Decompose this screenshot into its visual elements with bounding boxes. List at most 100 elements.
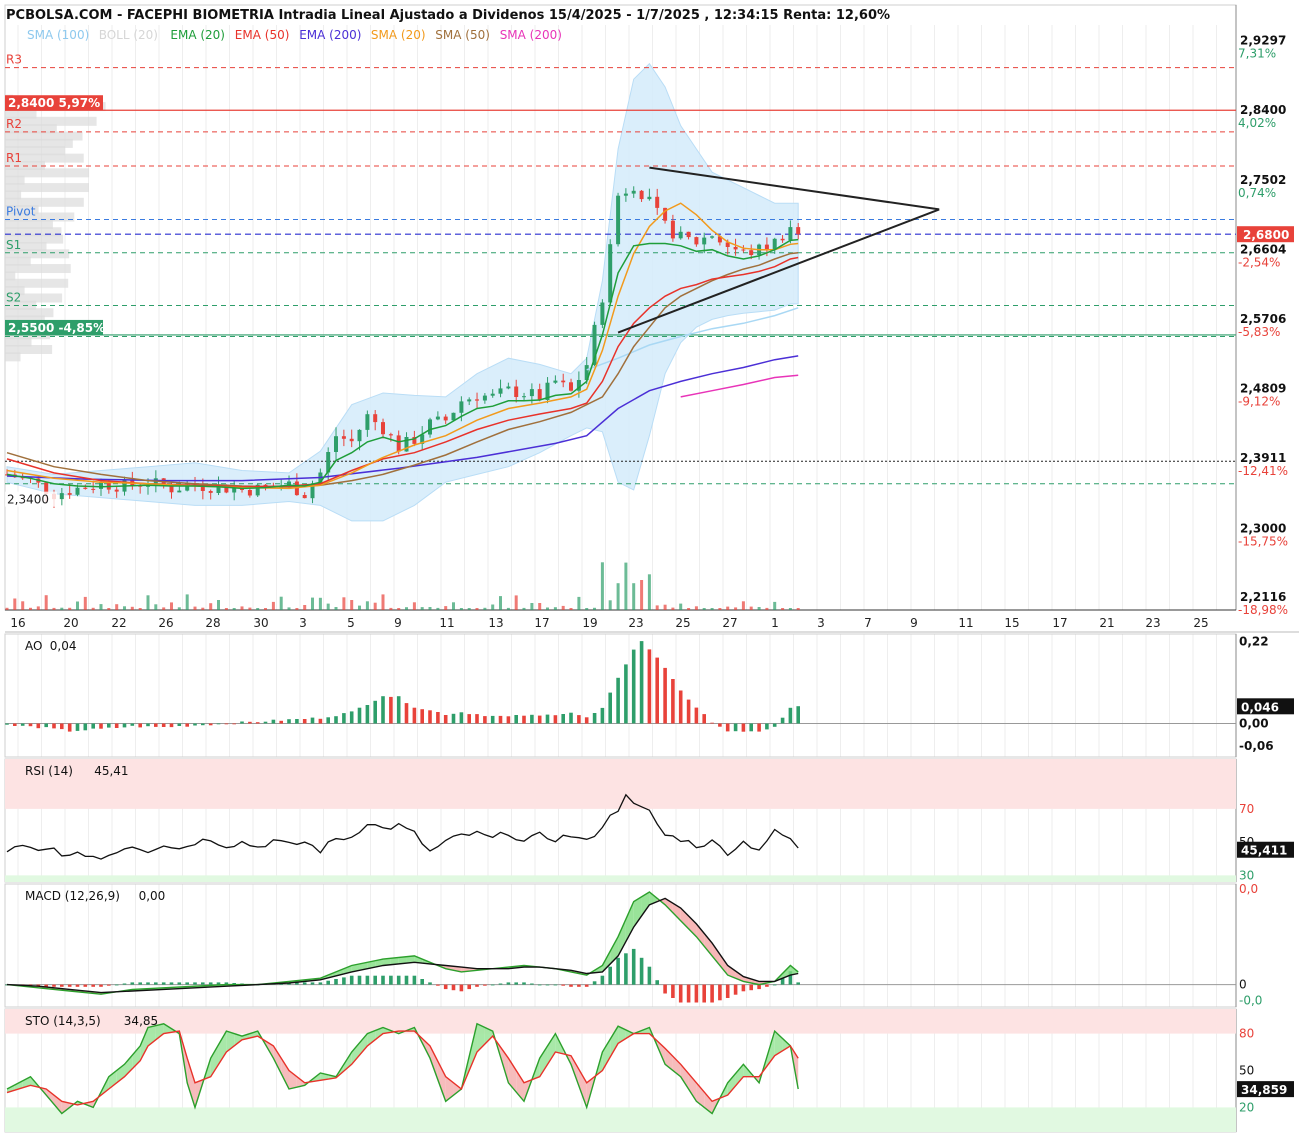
volume-bar	[76, 601, 79, 610]
ao-title: AO	[25, 639, 42, 653]
legend-entry: EMA (200)	[299, 28, 361, 42]
candle-body	[694, 237, 699, 245]
ao-bar	[107, 723, 111, 728]
candle-body	[780, 238, 785, 241]
volume-bar	[514, 595, 518, 610]
ao-bar	[733, 723, 738, 732]
price-tick-label: 2,2116	[1240, 590, 1286, 604]
price-pct-label: -2,54%	[1238, 255, 1280, 269]
volume-bar	[702, 608, 706, 610]
volume-bar	[350, 600, 354, 610]
price-tick-label: 2,3911	[1240, 451, 1286, 465]
macd-histogram-bar	[725, 984, 730, 998]
volume-bar	[569, 608, 573, 610]
volume-bar	[436, 607, 440, 610]
ao-bar	[177, 723, 182, 726]
legend-entry: SMA (50)	[435, 28, 490, 42]
volume-bar	[224, 608, 228, 610]
candle-body	[83, 487, 88, 489]
macd-histogram-bar	[373, 975, 377, 985]
candle-body	[498, 388, 503, 394]
price-pct-label: -12,41%	[1238, 464, 1288, 478]
candle-body	[475, 399, 479, 401]
ao-bar	[772, 723, 777, 727]
volume-bar	[585, 608, 589, 610]
level-label: S1	[6, 238, 21, 252]
sto-tick-label: 80	[1239, 1027, 1254, 1041]
macd-histogram-bar	[146, 982, 150, 985]
x-tick-label: 26	[158, 616, 173, 630]
candle-body	[686, 231, 691, 238]
sto-current-label: 34,859	[1241, 1083, 1287, 1097]
macd-histogram-bar	[694, 984, 699, 1003]
volume-bar	[796, 608, 800, 610]
candle-body	[490, 393, 495, 396]
ao-bar	[44, 723, 48, 728]
volume-bar	[412, 602, 416, 610]
candle-body	[99, 482, 103, 489]
candle-body	[443, 416, 448, 421]
macd-histogram-bar	[490, 984, 495, 986]
macd-histogram-bar	[67, 984, 72, 987]
sto-tick-label: 20	[1239, 1100, 1254, 1114]
volume-bar	[647, 574, 651, 610]
macd-histogram-bar	[208, 982, 213, 985]
volume-bar	[765, 607, 769, 610]
candle-body	[529, 389, 534, 397]
ao-bar	[83, 723, 88, 731]
price-tick-label: 2,9297	[1240, 34, 1286, 48]
ao-bar	[475, 714, 479, 724]
volume-bar	[640, 580, 644, 610]
candle-body	[639, 190, 644, 200]
macd-histogram-bar	[99, 984, 103, 987]
rsi-value: 45,41	[94, 764, 128, 778]
candle-body	[451, 412, 456, 421]
ao-bar	[295, 719, 299, 724]
macd-histogram-bar	[342, 977, 346, 985]
candle-body	[334, 436, 338, 452]
volume-bar	[170, 602, 173, 610]
macd-histogram-bar	[514, 982, 518, 985]
volume-bar	[29, 607, 32, 610]
macd-histogram-bar	[396, 975, 401, 985]
level-label: S2	[6, 290, 21, 304]
highlight-label: 2,5500 -4,85%	[8, 321, 105, 335]
x-tick-label: 28	[205, 616, 220, 630]
macd-histogram-bar	[577, 984, 581, 987]
trading-chart[interactable]: PCBOLSA.COM - FACEPHI BIOMETRIA Intradia…	[0, 0, 1301, 1138]
volume-bar	[538, 603, 542, 610]
price-pct-label: -18,98%	[1238, 603, 1288, 617]
candle-body	[435, 416, 440, 420]
macd-histogram-bar	[52, 984, 56, 987]
volume-bar	[506, 607, 510, 610]
macd-histogram-bar	[201, 982, 205, 985]
ao-bar	[412, 707, 417, 724]
volume-bar	[83, 596, 87, 610]
volume-bar	[60, 607, 64, 610]
macd-histogram-bar	[584, 984, 589, 987]
macd-histogram-bar	[483, 984, 487, 986]
macd-histogram-bar	[310, 982, 315, 985]
volume-bar	[459, 608, 463, 610]
ao-bar	[302, 719, 307, 724]
ao-bar	[185, 723, 189, 727]
volume-bar	[397, 608, 401, 610]
ao-bar	[318, 718, 323, 724]
ao-bar	[796, 706, 800, 724]
ao-bar	[201, 723, 205, 726]
candle-body	[388, 434, 393, 436]
volume-bar	[632, 583, 636, 610]
candle-body	[91, 488, 96, 490]
ao-bar	[428, 710, 432, 724]
volume-bar	[318, 597, 322, 610]
ao-bar	[99, 723, 103, 729]
volume-bar	[624, 562, 628, 610]
candle-body	[710, 236, 715, 238]
ao-bar	[710, 722, 714, 724]
macd-histogram-bar	[185, 982, 189, 985]
volume-bar	[561, 605, 565, 610]
ao-bar	[514, 715, 518, 724]
x-tick-label: 11	[958, 616, 973, 630]
legend-entry: SMA (200)	[500, 28, 562, 42]
macd-histogram-bar	[389, 975, 393, 985]
